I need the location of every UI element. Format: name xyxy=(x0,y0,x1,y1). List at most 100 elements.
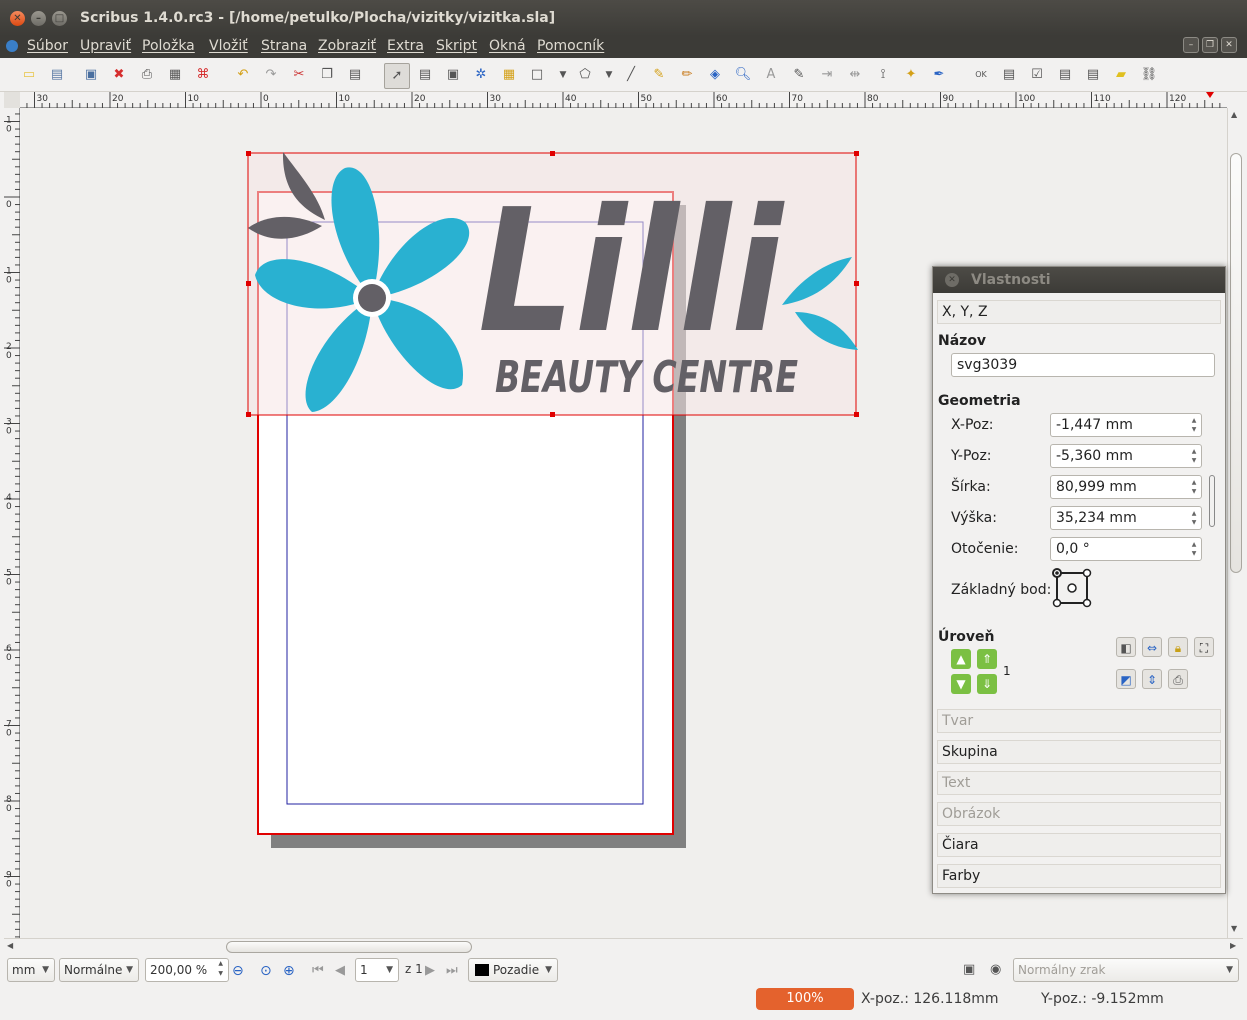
pdf-listbox-icon[interactable]: ▤ xyxy=(1084,66,1102,84)
menu-strana[interactable]: Strana xyxy=(261,38,307,54)
menu-pomocnik[interactable]: Pomocník xyxy=(537,38,604,54)
section-ciara[interactable]: Čiara xyxy=(937,833,1221,857)
rotate-icon[interactable]: ◈ xyxy=(706,66,724,84)
new-document-icon[interactable]: ▭ xyxy=(20,66,38,84)
spin-icon[interactable]: ▲ ▼ xyxy=(1189,540,1199,558)
basepoint-selector-icon[interactable] xyxy=(1051,567,1093,609)
vertical-scroll-thumb[interactable] xyxy=(1230,153,1242,573)
raise-to-top-icon[interactable]: ⇑ xyxy=(977,649,997,669)
last-page-icon[interactable]: ⏭ xyxy=(446,963,458,978)
measure-icon[interactable]: ⟟ xyxy=(874,66,892,84)
flip-horizontal-icon[interactable]: ⇔ xyxy=(1142,637,1162,657)
export-pdf-icon[interactable]: ⌘ xyxy=(194,66,212,84)
menu-skript[interactable]: Skript xyxy=(436,38,477,54)
pdf-button-icon[interactable]: OK xyxy=(972,66,990,84)
save-icon[interactable]: ▣ xyxy=(82,66,100,84)
cut-icon[interactable]: ✂ xyxy=(290,66,308,84)
pdf-annotation-icon[interactable]: ▰ xyxy=(1112,66,1130,84)
width-input[interactable]: 80,999 mm ▲ ▼ xyxy=(1050,475,1202,499)
mdi-restore-icon[interactable]: ❐ xyxy=(1202,37,1218,53)
section-xyz[interactable]: X, Y, Z xyxy=(937,300,1221,324)
bezier-icon[interactable]: ✎ xyxy=(650,66,668,84)
flip-vertical-icon[interactable]: ⇕ xyxy=(1142,669,1162,689)
open-document-icon[interactable]: ▤ xyxy=(48,66,66,84)
menu-polozka[interactable]: Položka xyxy=(142,38,195,54)
copy-icon[interactable]: ❐ xyxy=(318,66,336,84)
shape-icon[interactable]: □ xyxy=(528,66,546,84)
first-page-icon[interactable]: ⏮ xyxy=(312,963,324,978)
menu-zobrazit[interactable]: Zobraziť xyxy=(318,38,376,54)
spin-icon[interactable]: ▲ ▼ xyxy=(1189,478,1199,496)
pdf-checkbox-icon[interactable]: ☑ xyxy=(1028,66,1046,84)
pdf-link-icon[interactable]: ⛓ xyxy=(1140,66,1158,84)
text-frame-icon[interactable]: ▤ xyxy=(416,66,434,84)
scroll-left-arrow[interactable]: ◀ xyxy=(7,941,13,950)
menu-extra[interactable]: Extra xyxy=(387,38,424,54)
scroll-up-arrow[interactable]: ▲ xyxy=(1231,110,1237,119)
undo-icon[interactable]: ↶ xyxy=(234,66,252,84)
close-window-icon[interactable]: ✕ xyxy=(10,11,25,26)
name-input[interactable]: svg3039 xyxy=(951,353,1215,377)
flip-icon[interactable]: ◧ xyxy=(1116,637,1136,657)
x-pos-input[interactable]: -1,447 mm ▲ ▼ xyxy=(1050,413,1202,437)
preflight-icon[interactable]: ▦ xyxy=(166,66,184,84)
spin-icon[interactable]: ▲ ▼ xyxy=(1189,447,1199,465)
raise-icon[interactable]: ▲ xyxy=(951,649,971,669)
text-flow-icon[interactable]: ◩ xyxy=(1116,669,1136,689)
unit-select[interactable]: mm ▼ xyxy=(7,958,55,982)
horizontal-scrollbar[interactable]: ◀ ▶ xyxy=(4,938,1243,954)
layer-select[interactable]: Pozadie ▼ xyxy=(468,958,558,982)
unlink-frames-icon[interactable]: ⇹ xyxy=(846,66,864,84)
minimize-window-icon[interactable]: – xyxy=(31,11,46,26)
pdf-combobox-icon[interactable]: ▤ xyxy=(1056,66,1074,84)
preview-mode-icon[interactable]: ▣ xyxy=(963,962,975,977)
spin-icon[interactable]: ▲ ▼ xyxy=(1189,416,1199,434)
select-tool-icon[interactable]: ➚ xyxy=(384,63,410,89)
vertical-scrollbar[interactable]: ▲ ▼ xyxy=(1227,108,1243,938)
mdi-minimize-icon[interactable]: – xyxy=(1183,37,1199,53)
lock-icon[interactable]: 🔒︎ xyxy=(1168,637,1188,657)
section-tvar[interactable]: Tvar xyxy=(937,709,1221,733)
section-obrazok[interactable]: Obrázok xyxy=(937,802,1221,826)
close-document-icon[interactable]: ✖ xyxy=(110,66,128,84)
menu-upravit[interactable]: Upraviť xyxy=(80,38,131,54)
lower-to-bottom-icon[interactable]: ⇓ xyxy=(977,674,997,694)
zoom-100-icon[interactable]: ⊙ xyxy=(260,963,272,979)
section-farby[interactable]: Farby xyxy=(937,864,1221,888)
menu-vlozit[interactable]: Vložiť xyxy=(209,38,248,54)
rotation-input[interactable]: 0,0 ° ▲ ▼ xyxy=(1050,537,1202,561)
height-input[interactable]: 35,234 mm ▲ ▼ xyxy=(1050,506,1202,530)
image-frame-icon[interactable]: ▣ xyxy=(444,66,462,84)
horizontal-ruler[interactable]: 30 20 10 0 10 20 30 40 50 60 70 80 90 100 110 120 xyxy=(20,92,1227,108)
page-select[interactable]: 1 ▼ xyxy=(355,958,399,982)
vertical-ruler[interactable]: 100102030405060708090 xyxy=(4,108,20,938)
image-mode-select[interactable]: Normálne ▼ xyxy=(59,958,139,982)
section-text[interactable]: Text xyxy=(937,771,1221,795)
paste-icon[interactable]: ▤ xyxy=(346,66,364,84)
horizontal-scroll-thumb[interactable] xyxy=(226,941,472,953)
mdi-close-icon[interactable]: ✕ xyxy=(1221,37,1237,53)
freehand-icon[interactable]: ✏ xyxy=(678,66,696,84)
lower-icon[interactable]: ▼ xyxy=(951,674,971,694)
scroll-down-arrow[interactable]: ▼ xyxy=(1231,924,1237,933)
properties-title-bar[interactable]: ✕ Vlastnosti xyxy=(933,267,1225,293)
polygon-icon[interactable]: ⬠ xyxy=(576,66,594,84)
close-panel-icon[interactable]: ✕ xyxy=(945,273,959,287)
visual-mode-icon[interactable]: ◉ xyxy=(990,962,1001,977)
scroll-right-arrow[interactable]: ▶ xyxy=(1230,941,1236,950)
pdf-textfield-icon[interactable]: ▤ xyxy=(1000,66,1018,84)
edit-text-icon[interactable]: A xyxy=(762,66,780,84)
zoom-in-icon[interactable]: ⊕ xyxy=(283,963,295,979)
redo-icon[interactable]: ↷ xyxy=(262,66,280,84)
zoom-out-icon[interactable]: ⊖ xyxy=(232,963,244,979)
polygon-dropdown-icon[interactable]: ▼ xyxy=(600,66,618,84)
section-skupina[interactable]: Skupina xyxy=(937,740,1221,764)
menu-okna[interactable]: Okná xyxy=(489,38,526,54)
eyedropper-icon[interactable]: ✒ xyxy=(930,66,948,84)
copy-properties-icon[interactable]: ✦ xyxy=(902,66,920,84)
print-icon[interactable]: ⎙ xyxy=(138,66,156,84)
zoom-icon[interactable]: 🔍︎ xyxy=(734,66,752,84)
menu-subor[interactable]: Súbor xyxy=(27,38,68,54)
prev-page-icon[interactable]: ◀ xyxy=(335,963,345,978)
table-icon[interactable]: ▦ xyxy=(500,66,518,84)
